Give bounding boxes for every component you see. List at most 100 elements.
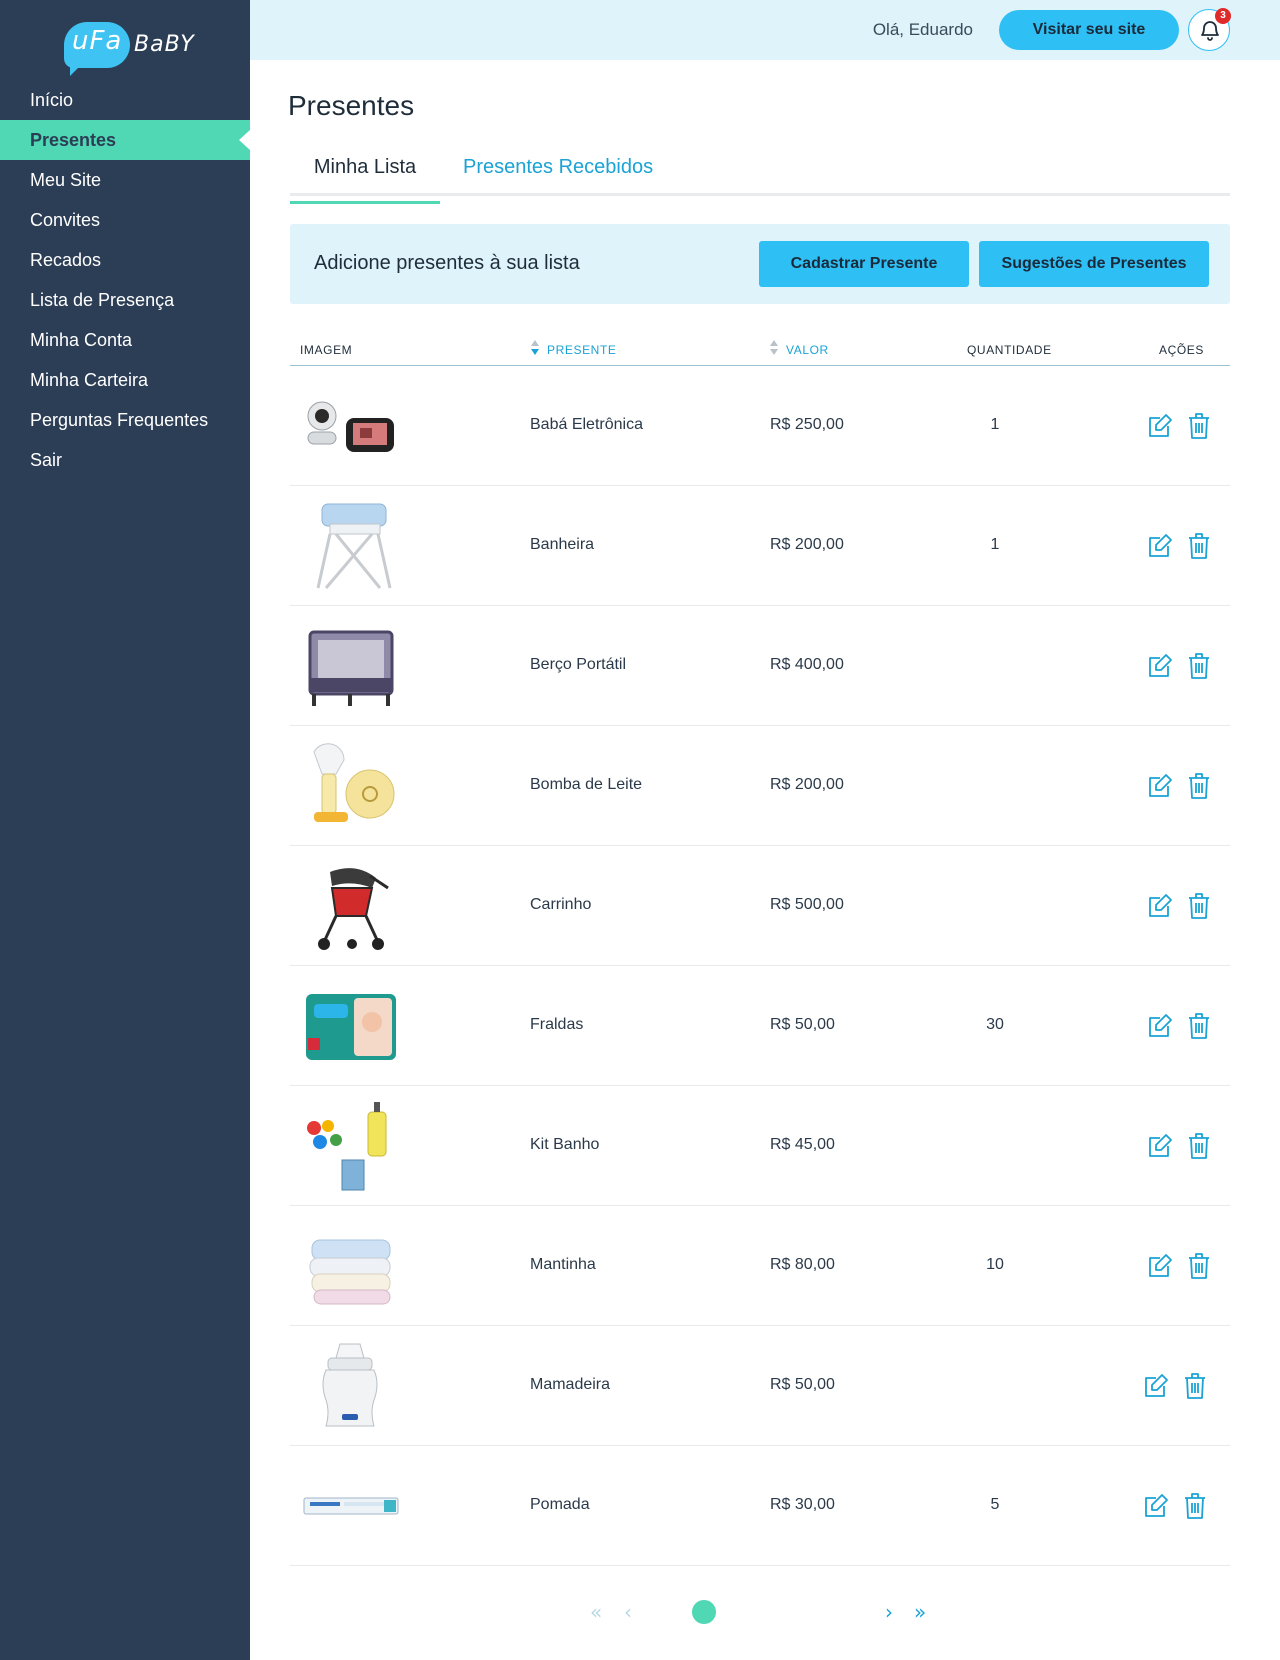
gift-name: Pomada — [530, 1496, 590, 1513]
trash-icon[interactable] — [1187, 1012, 1211, 1040]
trash-icon[interactable] — [1187, 1252, 1211, 1280]
bath-kit-image — [307, 1102, 387, 1191]
column-header-gift[interactable]: PRESENTE — [531, 340, 617, 357]
table-row: Pomada R$ 30,00 5 — [290, 1446, 1230, 1566]
edit-icon[interactable] — [1146, 532, 1174, 560]
tab-bar: Minha Lista Presentes Recebidos — [290, 150, 1230, 204]
table-row: Fraldas R$ 50,00 30 — [290, 966, 1230, 1086]
gift-suggestions-button[interactable]: Sugestões de Presentes — [979, 241, 1209, 287]
sidebar-nav: Início Presentes Meu Site Convites Recad… — [0, 80, 250, 480]
table-row: Babá Eletrônica R$ 250,00 1 — [290, 366, 1230, 486]
trash-icon[interactable] — [1187, 652, 1211, 680]
sidebar-item-convites[interactable]: Convites — [0, 200, 250, 240]
pagination: « ‹ › » — [580, 1596, 940, 1626]
brand-logo[interactable]: uFa BaBY — [64, 18, 195, 76]
gift-value: R$ 30,00 — [770, 1496, 835, 1513]
table-row: Kit Banho R$ 45,00 — [290, 1086, 1230, 1206]
table-header: IMAGEM PRESENTE VALOR QUANTIDADE AÇÕES — [290, 338, 1230, 366]
gift-quantity: 30 — [986, 1016, 1004, 1033]
visit-site-button[interactable]: Visitar seu site — [999, 10, 1179, 50]
register-gift-button[interactable]: Cadastrar Presente — [759, 241, 969, 287]
stroller-image — [318, 868, 389, 950]
baby-bottle-image — [322, 1343, 378, 1427]
last-page-icon[interactable]: » — [914, 1600, 926, 1624]
gift-name: Fraldas — [530, 1016, 584, 1033]
column-header-quantity: QUANTIDADE — [967, 343, 1052, 357]
first-page-icon[interactable]: « — [590, 1600, 602, 1624]
column-header-image: IMAGEM — [300, 343, 353, 357]
sidebar-item-minha-carteira[interactable]: Minha Carteira — [0, 360, 250, 400]
edit-icon[interactable] — [1146, 1252, 1174, 1280]
table-row: Mamadeira R$ 50,00 — [290, 1326, 1230, 1446]
gift-name: Banheira — [530, 536, 595, 553]
gift-value: R$ 200,00 — [770, 536, 844, 553]
tab-presentes-recebidos[interactable]: Presentes Recebidos — [463, 156, 653, 196]
gift-quantity: 1 — [990, 536, 1000, 553]
gift-name: Mamadeira — [530, 1376, 611, 1393]
banner-text: Adicione presentes à sua lista — [314, 252, 580, 274]
table-row: Carrinho R$ 500,00 — [290, 846, 1230, 966]
table-row: Berço Portátil R$ 400,00 — [290, 606, 1230, 726]
column-header-gift-label: PRESENTE — [547, 343, 617, 357]
gift-name: Carrinho — [530, 896, 592, 913]
gift-value: R$ 50,00 — [770, 1376, 835, 1393]
trash-icon[interactable] — [1187, 772, 1211, 800]
sidebar-item-sair[interactable]: Sair — [0, 440, 250, 480]
gift-value: R$ 45,00 — [770, 1136, 835, 1153]
edit-icon[interactable] — [1146, 892, 1174, 920]
trash-icon[interactable] — [1187, 532, 1211, 560]
add-gifts-banner: Adicione presentes à sua lista Cadastrar… — [290, 224, 1230, 304]
logo-text-ufa: uFa — [72, 26, 123, 56]
gift-value: R$ 200,00 — [770, 776, 844, 793]
edit-icon[interactable] — [1146, 652, 1174, 680]
logo-text-baby: BaBY — [134, 32, 195, 57]
edit-icon[interactable] — [1146, 1012, 1174, 1040]
sidebar-item-minha-conta[interactable]: Minha Conta — [0, 320, 250, 360]
column-header-actions: AÇÕES — [1159, 343, 1205, 357]
trash-icon[interactable] — [1187, 892, 1211, 920]
sidebar-item-inicio[interactable]: Início — [0, 80, 250, 120]
table-row: Mantinha R$ 80,00 10 — [290, 1206, 1230, 1326]
edit-icon[interactable] — [1146, 772, 1174, 800]
gift-value: R$ 80,00 — [770, 1256, 835, 1273]
table-row: Banheira R$ 200,00 1 — [290, 486, 1230, 606]
trash-icon[interactable] — [1183, 1372, 1207, 1400]
gift-quantity: 10 — [986, 1256, 1004, 1273]
sidebar: uFa BaBY Início Presentes Meu Site Convi… — [0, 0, 250, 1660]
sidebar-item-recados[interactable]: Recados — [0, 240, 250, 280]
sidebar-item-perguntas[interactable]: Perguntas Frequentes — [0, 400, 250, 440]
gift-name: Berço Portátil — [530, 656, 627, 673]
column-header-value[interactable]: VALOR — [770, 340, 829, 357]
edit-icon[interactable] — [1146, 412, 1174, 440]
baby-monitor-image — [307, 401, 394, 452]
trash-icon[interactable] — [1187, 1132, 1211, 1160]
gift-value: R$ 250,00 — [770, 416, 844, 433]
edit-icon[interactable] — [1146, 1132, 1174, 1160]
user-greeting: Olá, Eduardo — [872, 20, 973, 39]
table-row: Bomba de Leite R$ 200,00 — [290, 726, 1230, 846]
gift-quantity: 1 — [990, 416, 1000, 433]
notifications-button[interactable]: 3 — [1188, 8, 1231, 51]
edit-icon[interactable] — [1142, 1492, 1170, 1520]
edit-icon[interactable] — [1142, 1372, 1170, 1400]
top-bar: Olá, Eduardo Visitar seu site 3 — [250, 0, 1280, 60]
sidebar-item-meu-site[interactable]: Meu Site — [0, 160, 250, 200]
gift-name: Kit Banho — [530, 1136, 600, 1153]
sort-icon — [531, 340, 541, 358]
next-page-icon[interactable]: › — [885, 1600, 893, 1624]
diapers-image — [306, 994, 396, 1060]
gift-value: R$ 500,00 — [770, 896, 844, 913]
sidebar-item-presentes[interactable]: Presentes — [0, 120, 250, 160]
baby-bath-image — [316, 503, 392, 589]
breast-pump-image — [313, 743, 395, 822]
gift-table-body: Babá Eletrônica R$ 250,00 1 Banheira R$ … — [290, 366, 1230, 1566]
portable-crib-image — [308, 630, 394, 706]
prev-page-icon[interactable]: ‹ — [624, 1600, 632, 1624]
sidebar-item-lista-presenca[interactable]: Lista de Presença — [0, 280, 250, 320]
trash-icon[interactable] — [1187, 412, 1211, 440]
gift-name: Babá Eletrônica — [530, 416, 643, 433]
ointment-image — [303, 1497, 399, 1515]
current-page-indicator[interactable] — [692, 1600, 716, 1624]
tab-minha-lista[interactable]: Minha Lista — [290, 156, 440, 204]
trash-icon[interactable] — [1183, 1492, 1207, 1520]
